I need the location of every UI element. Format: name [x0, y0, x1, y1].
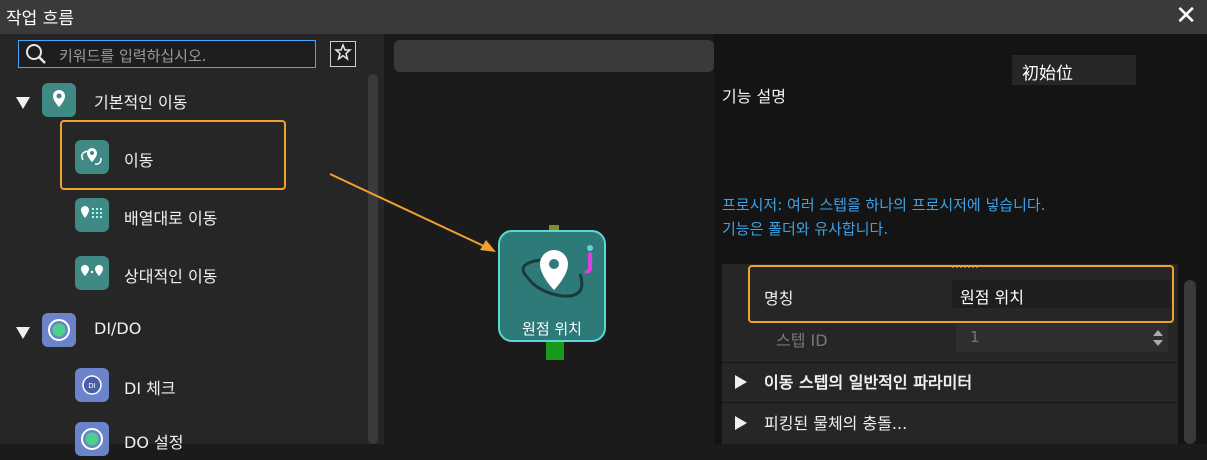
highlight-box-move [60, 120, 286, 190]
relative-move-icon [75, 256, 109, 290]
node-label: 원점 위치 [522, 320, 582, 338]
favorites-button[interactable] [330, 41, 356, 67]
tree-item-do-set[interactable]: DO 설정 [60, 420, 360, 460]
tree-item-label: 상대적인 이동 [124, 267, 218, 286]
tree-group-dido[interactable]: DI/DO [0, 310, 360, 350]
tree-item-di-check[interactable]: DI DI 체크 [60, 366, 360, 406]
row-divider [722, 402, 1178, 403]
right-scrollbar[interactable] [1184, 280, 1196, 444]
highlight-box-name [748, 265, 1174, 323]
di-check-icon: DI [75, 368, 109, 402]
star-icon [334, 42, 352, 61]
row-divider [722, 362, 1178, 363]
tree-item-label: DO 설정 [124, 433, 184, 452]
expand-arrow-icon[interactable] [16, 97, 30, 109]
preset-dropdown-value: 初始位 [1022, 64, 1073, 84]
expand-arrow-icon[interactable] [16, 327, 30, 339]
tree-item-label: 배열대로 이동 [124, 209, 218, 228]
search-icon [26, 44, 46, 64]
description-line-1: 프로시저: 여러 스텝을 하나의 프로시저에 넣습니다. [722, 196, 1046, 214]
preset-dropdown[interactable]: 初始位 [1012, 55, 1136, 85]
step-id-label: 스텝 ID [776, 331, 828, 350]
tree-group-label: 기본적인 이동 [94, 93, 188, 112]
step-id-spinbox[interactable]: 1 [956, 324, 1168, 352]
search-placeholder: 키워드를 입력하십시오. [59, 47, 207, 65]
canvas-toolbar [394, 40, 714, 72]
array-move-icon [75, 198, 109, 232]
spin-arrows-icon[interactable] [1152, 329, 1164, 347]
close-icon[interactable]: ✕ [1175, 1, 1197, 31]
tree-group-basic-move[interactable]: 기본적인 이동 [0, 80, 360, 120]
do-set-icon [75, 422, 109, 456]
description-line-2: 기능은 폴더와 유사합니다. [722, 220, 889, 238]
node-output-port[interactable] [546, 342, 564, 360]
move-path-icon [521, 245, 593, 298]
dido-circle-icon [42, 313, 76, 347]
window-titlebar: 작업 흐름 ✕ [0, 0, 1207, 34]
joint-badge: J [586, 250, 595, 275]
drag-arrow-icon [329, 173, 496, 252]
section-general-params[interactable]: 이동 스텝의 일반적인 파라미터 [764, 369, 972, 393]
tree-item-move-by-array[interactable]: 배열대로 이동 [60, 196, 360, 236]
function-description-label: 기능 설명 [722, 87, 786, 106]
location-pin-icon [42, 83, 76, 117]
tree-item-label: DI 체크 [124, 379, 176, 398]
svg-text:DI: DI [88, 382, 95, 390]
tree-item-relative-move[interactable]: 상대적인 이동 [60, 254, 360, 294]
window-title: 작업 흐름 [6, 9, 74, 29]
search-input[interactable]: 키워드를 입력하십시오. [18, 40, 316, 68]
tree-group-label: DI/DO [94, 319, 142, 338]
step-node-home-position[interactable]: J 원점 위치 [498, 230, 606, 342]
section-expand-icon[interactable] [735, 416, 747, 430]
step-id-value: 1 [970, 328, 980, 346]
section-expand-icon[interactable] [735, 375, 747, 389]
section-collision[interactable]: 피킹된 물체의 충돌... [764, 410, 907, 434]
